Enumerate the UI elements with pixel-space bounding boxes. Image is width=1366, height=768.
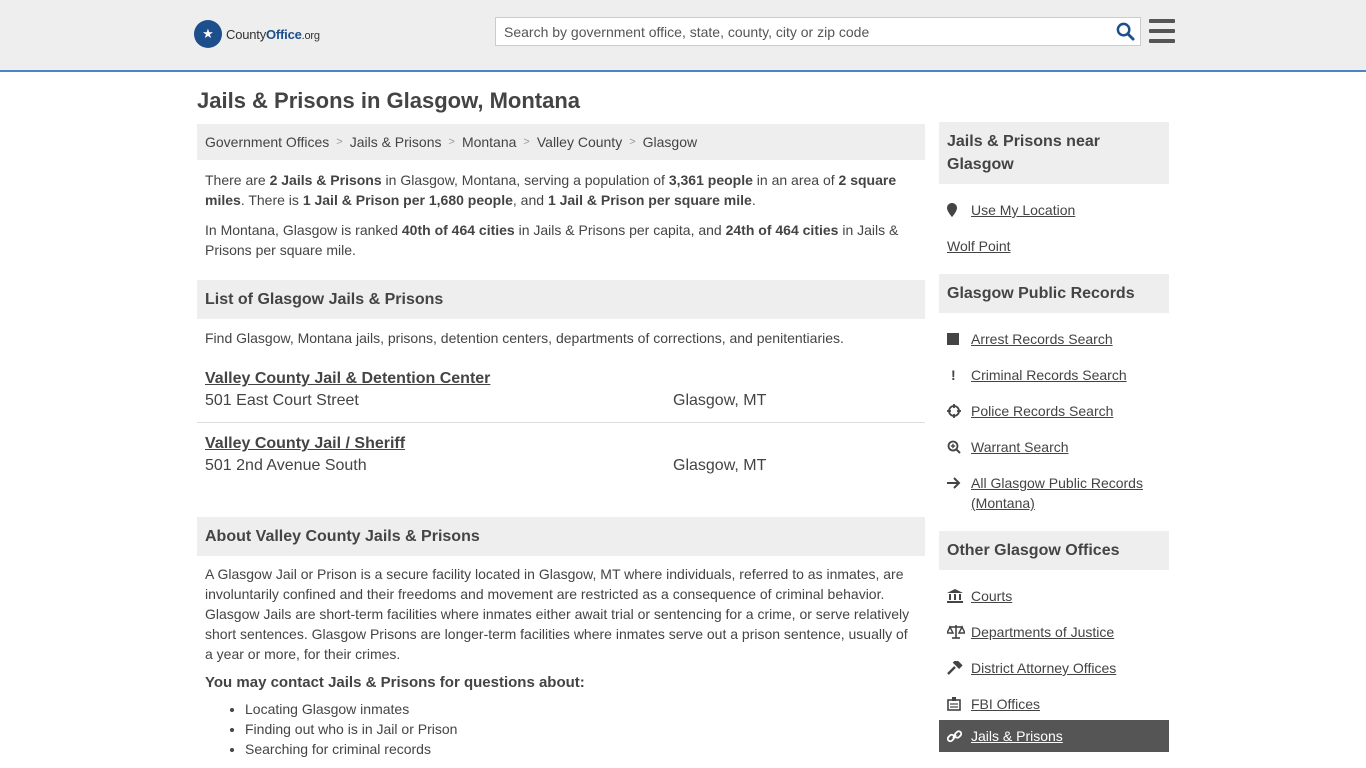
criminal-records-link[interactable]: Criminal Records Search bbox=[971, 365, 1127, 385]
sidebar-item-warrant-search[interactable]: Warrant Search bbox=[939, 437, 1169, 457]
list-item: Locating Glasgow inmates bbox=[245, 699, 925, 719]
crosshair-icon bbox=[947, 401, 971, 421]
district-attorney-link[interactable]: District Attorney Offices bbox=[971, 658, 1116, 678]
chevron-right-icon: > bbox=[448, 136, 455, 148]
hamburger-menu-icon[interactable] bbox=[1149, 19, 1175, 43]
courthouse-icon bbox=[947, 586, 971, 606]
eagle-seal-icon: ★ bbox=[194, 20, 222, 48]
jails-prisons-link[interactable]: Jails & Prisons bbox=[971, 726, 1063, 746]
intro-ranking: In Montana, Glasgow is ranked 40th of 46… bbox=[205, 222, 899, 258]
magnify-plus-icon bbox=[947, 437, 971, 457]
search-bar bbox=[495, 17, 1141, 46]
chevron-right-icon: > bbox=[336, 136, 343, 148]
logo-suffix: .org bbox=[301, 29, 320, 42]
sidebar-item-police-records[interactable]: Police Records Search bbox=[939, 401, 1169, 421]
badge-icon bbox=[947, 694, 971, 714]
listing-city: Glasgow, MT bbox=[673, 392, 767, 409]
breadcrumb-valley-county[interactable]: Valley County bbox=[537, 134, 622, 150]
sidebar-item-departments-of-justice[interactable]: Departments of Justice bbox=[939, 622, 1169, 642]
breadcrumb: Government Offices > Jails & Prisons > M… bbox=[197, 124, 925, 160]
search-icon bbox=[1116, 22, 1135, 41]
sidebar: Jails & Prisons near Glasgow Use My Loca… bbox=[939, 122, 1169, 752]
sidebar-item-jails-prisons[interactable]: Jails & Prisons bbox=[939, 720, 1169, 752]
chevron-right-icon: > bbox=[523, 136, 530, 148]
logo-brand: Office bbox=[266, 26, 302, 42]
sidebar-item-fbi-offices[interactable]: FBI Offices bbox=[939, 694, 1169, 714]
all-records-link[interactable]: All Glasgow Public Records (Montana) bbox=[971, 473, 1161, 513]
breadcrumb-jails-prisons[interactable]: Jails & Prisons bbox=[350, 134, 442, 150]
intro-stats: There are 2 Jails & Prisons in Glasgow, … bbox=[205, 172, 897, 208]
contact-heading: You may contact Jails & Prisons for ques… bbox=[205, 674, 585, 691]
about-heading: About Valley County Jails & Prisons bbox=[197, 517, 925, 556]
square-icon bbox=[947, 329, 971, 349]
sidebar-item-criminal-records[interactable]: ! Criminal Records Search bbox=[939, 365, 1169, 385]
listing-address: 501 2nd Avenue South bbox=[205, 457, 367, 474]
exclamation-icon: ! bbox=[951, 367, 956, 383]
listing-name-link[interactable]: Valley County Jail / Sheriff bbox=[205, 435, 405, 453]
sidebar-item-use-location[interactable]: Use My Location bbox=[939, 200, 1169, 220]
courts-link[interactable]: Courts bbox=[971, 586, 1012, 606]
sidebar-item-wolf-point[interactable]: Wolf Point bbox=[939, 236, 1169, 256]
use-location-link[interactable]: Use My Location bbox=[971, 200, 1075, 220]
list-item: Finding out who is in Jail or Prison bbox=[245, 719, 925, 739]
breadcrumb-montana[interactable]: Montana bbox=[462, 134, 516, 150]
sidebar-other-heading: Other Glasgow Offices bbox=[939, 531, 1169, 570]
breadcrumb-government-offices[interactable]: Government Offices bbox=[205, 134, 329, 150]
warrant-search-link[interactable]: Warrant Search bbox=[971, 437, 1069, 457]
listing-city: Glasgow, MT bbox=[673, 457, 767, 474]
logo-wordmark: CountyOffice.org bbox=[226, 27, 320, 42]
contact-topics-list: Locating Glasgow inmates Finding out who… bbox=[197, 699, 925, 759]
logo-prefix: County bbox=[226, 26, 266, 42]
search-button[interactable] bbox=[1110, 18, 1140, 45]
breadcrumb-glasgow[interactable]: Glasgow bbox=[643, 134, 697, 150]
list-item: Valley County Jail & Detention Center 50… bbox=[197, 358, 925, 423]
arrow-right-icon bbox=[947, 473, 971, 493]
list-description: Find Glasgow, Montana jails, prisons, de… bbox=[205, 330, 844, 346]
site-logo[interactable]: ★ CountyOffice.org bbox=[194, 20, 320, 48]
sidebar-item-district-attorney[interactable]: District Attorney Offices bbox=[939, 658, 1169, 678]
scales-icon bbox=[947, 622, 971, 642]
about-body: A Glasgow Jail or Prison is a secure fac… bbox=[205, 566, 910, 662]
sidebar-item-arrest-records[interactable]: Arrest Records Search bbox=[939, 329, 1169, 349]
search-input[interactable] bbox=[496, 18, 1110, 45]
main-content: Government Offices > Jails & Prisons > M… bbox=[197, 124, 925, 759]
sidebar-near-heading: Jails & Prisons near Glasgow bbox=[939, 122, 1169, 184]
map-pin-icon bbox=[947, 200, 971, 220]
sidebar-records-heading: Glasgow Public Records bbox=[939, 274, 1169, 313]
page-title: Jails & Prisons in Glasgow, Montana bbox=[197, 88, 581, 113]
police-records-link[interactable]: Police Records Search bbox=[971, 401, 1113, 421]
link-icon bbox=[947, 726, 971, 746]
listing-address: 501 East Court Street bbox=[205, 392, 359, 409]
fbi-offices-link[interactable]: FBI Offices bbox=[971, 694, 1040, 714]
listing-name-link[interactable]: Valley County Jail & Detention Center bbox=[205, 370, 490, 388]
site-header: ★ CountyOffice.org bbox=[0, 0, 1366, 72]
chevron-right-icon: > bbox=[629, 136, 636, 148]
gavel-icon bbox=[947, 658, 971, 678]
sidebar-item-courts[interactable]: Courts bbox=[939, 586, 1169, 606]
sidebar-item-all-records[interactable]: All Glasgow Public Records (Montana) bbox=[939, 473, 1169, 513]
list-item: Valley County Jail / Sheriff 501 2nd Ave… bbox=[197, 423, 925, 488]
nearby-place-link[interactable]: Wolf Point bbox=[947, 236, 1011, 256]
arrest-records-link[interactable]: Arrest Records Search bbox=[971, 329, 1113, 349]
list-item: Searching for criminal records bbox=[245, 739, 925, 759]
list-heading: List of Glasgow Jails & Prisons bbox=[197, 280, 925, 319]
departments-of-justice-link[interactable]: Departments of Justice bbox=[971, 622, 1114, 642]
